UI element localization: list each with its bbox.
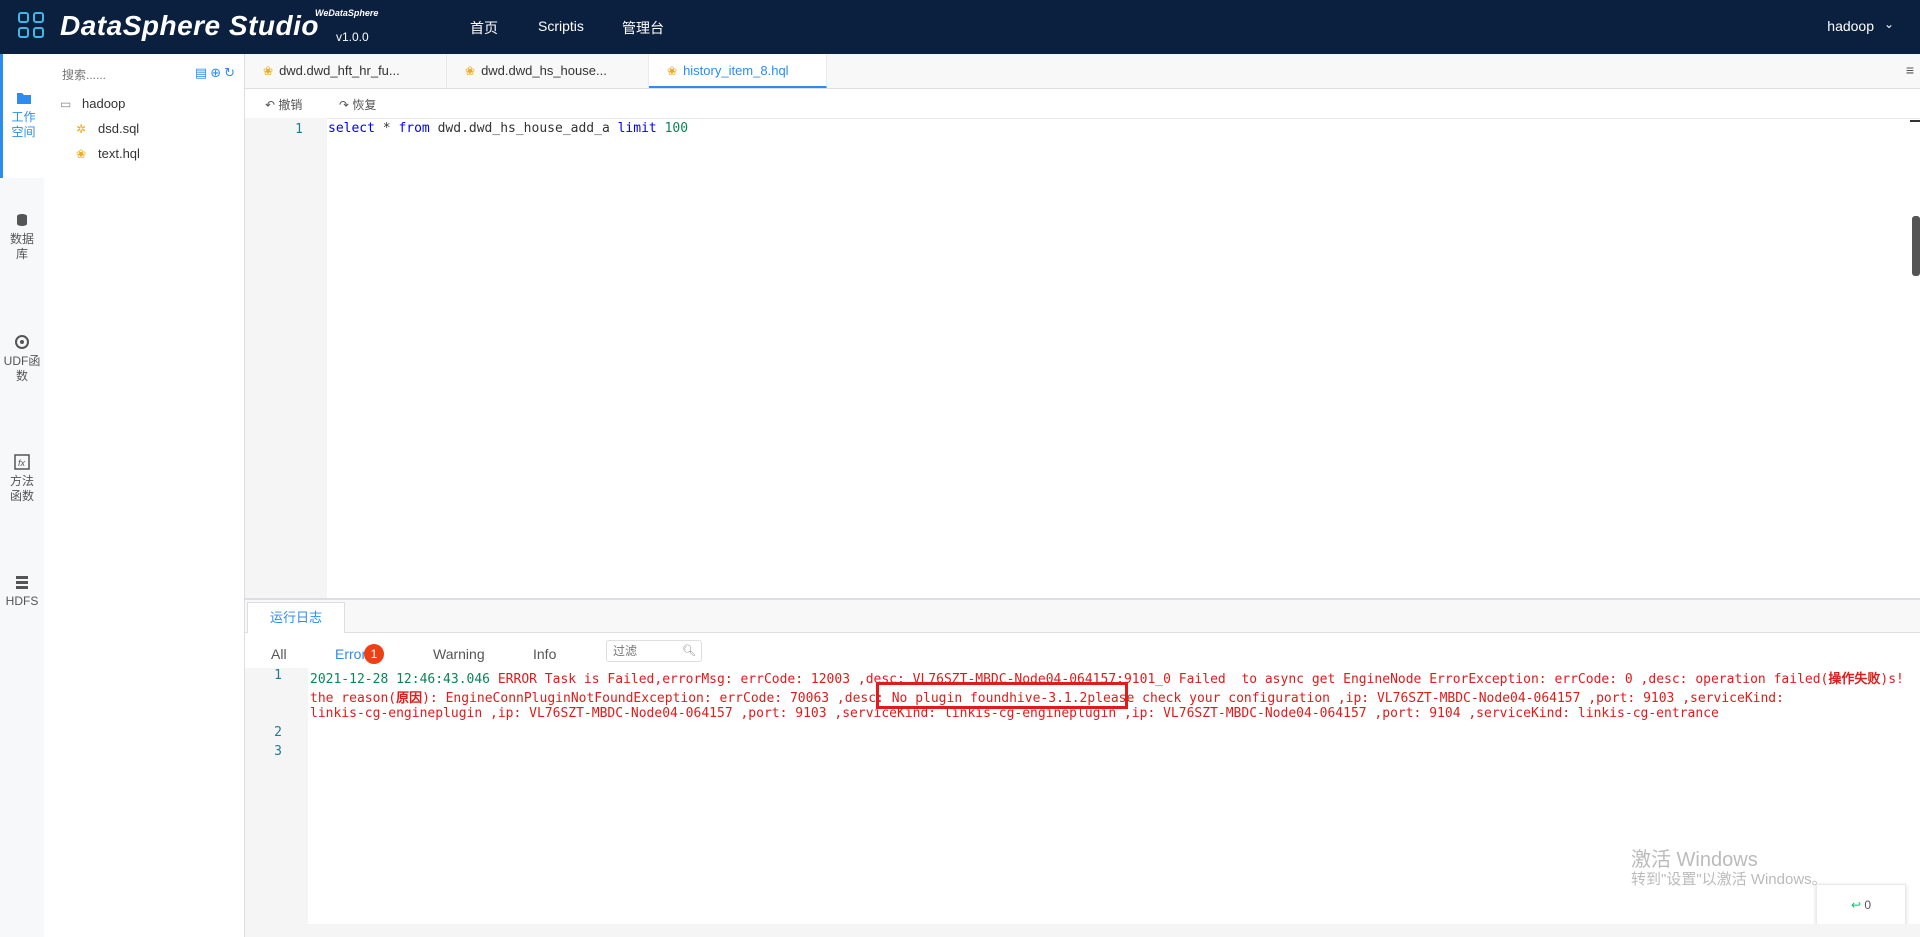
log-text: ERROR Task is Failed,errorMsg: errCode: … [490,672,1829,687]
error-count-badge: 1 [364,644,384,664]
code-line[interactable]: select * from dwd.dwd_hs_house_add_a lim… [328,121,688,136]
udf-icon [15,335,29,349]
error-highlight-box [876,682,1128,709]
filter-warning[interactable]: Warning [433,646,485,662]
filter-error[interactable]: Error [335,646,366,662]
rail-udf[interactable]: UDF函数 [0,334,44,384]
log-line-number: 3 [274,744,282,759]
tree-file-label: text.hql [98,146,140,161]
filter-info[interactable]: Info [533,646,556,662]
tree-file-text[interactable]: ❀ text.hql [76,146,140,161]
redo-label: 恢复 [352,98,377,112]
tab-history-item[interactable]: ❀ history_item_8.hql [649,54,827,88]
app-logo-text: DataSphere Studio [60,10,319,41]
logo-superscript: WeDataSphere [315,8,379,18]
undo-label: 撤销 [278,98,303,112]
floating-action-button[interactable]: ↩ 0 [1816,884,1906,926]
code-token: select [328,121,375,136]
tab-run-log[interactable]: 运行日志 [247,602,345,633]
function-icon: fx [14,454,30,470]
rail-database-label: 数据库 [9,232,34,261]
top-navbar: DataSphere Studio WeDataSphere v1.0.0 首页… [0,0,1920,54]
log-line-number: 2 [274,725,282,740]
undo-button[interactable]: ↶ 撤销 [265,96,302,113]
rail-function[interactable]: fx 方法函数 [0,454,44,504]
sql-file-icon: ✲ [76,122,87,136]
left-icon-rail: 工作空间 数据库 UDF函数 fx 方法函数 HDFS [0,54,45,937]
log-text: )s! [1880,672,1904,687]
code-token: 100 [656,121,689,136]
return-icon: ↩ [1850,898,1862,912]
hql-file-icon: ❀ [263,64,274,78]
editor-scrollbar[interactable] [1912,216,1920,276]
log-gutter: 1 2 3 [245,668,308,924]
nav-home[interactable]: 首页 [470,18,498,38]
log-text: 操作失败 [1828,672,1881,687]
redo-button[interactable]: ↷ 恢复 [339,96,376,113]
code-token: limit [617,121,657,136]
tree-file-dsd[interactable]: ✲ dsd.sql [76,121,139,136]
redo-icon: ↷ [339,98,353,112]
rail-workspace[interactable]: 工作空间 [0,54,44,178]
log-filters: All Error 1 Warning Info 🔍︎ [245,638,1920,666]
tab-dwd-hft[interactable]: ❀ dwd.dwd_hft_hr_fu... [245,54,447,88]
tab-label: dwd.dwd_hft_hr_fu... [279,63,400,78]
app-logo-icon [18,12,48,42]
tree-search-input[interactable] [60,62,184,88]
minimap-marker [1910,120,1920,122]
chevron-down-icon[interactable]: ⌄ [1884,17,1894,31]
search-icon: 🔍︎ [682,645,696,657]
log-timestamp: 2021-12-28 12:46:43.046 [310,672,491,687]
hql-file-icon: ❀ [76,147,87,161]
refresh-icon[interactable]: ↻ [224,65,238,80]
folder-icon [16,93,31,104]
float-count: 0 [1864,898,1872,912]
database-icon [17,214,27,226]
tab-menu-icon[interactable]: ≡ [1906,62,1914,78]
nav-console[interactable]: 管理台 [622,18,664,38]
log-text: 原因 [396,691,423,706]
editor-tabbar: ❀ dwd.dwd_hft_hr_fu... ❀ dwd.dwd_hs_house.… [245,54,1920,89]
tree-toolbar: ▤⊕↻ [195,65,238,81]
rail-database[interactable]: 数据库 [0,212,44,262]
hdfs-icon [16,576,28,589]
tab-dwd-hs[interactable]: ❀ dwd.dwd_hs_house... [447,54,649,88]
log-tabbar: 运行日志 [245,600,1920,633]
bottom-strip [245,924,1920,937]
tree-folder-label: hadoop [82,96,126,111]
hql-file-icon: ❀ [667,64,678,78]
tab-label: dwd.dwd_hs_house... [481,63,607,78]
folder-outline-icon: ▭ [60,97,72,111]
add-icon[interactable]: ⊕ [210,65,224,80]
log-text: the reason( [310,691,397,706]
nav-scriptis[interactable]: Scriptis [538,18,584,34]
editor-gutter: 1 [245,118,327,598]
rail-udf-label: UDF函数 [3,354,41,383]
log-line-number: 1 [274,668,282,683]
svg-text:fx: fx [18,458,26,468]
rail-hdfs[interactable]: HDFS [0,574,44,609]
tree-file-label: dsd.sql [98,121,140,136]
file-tree-panel: ▤⊕↻ ▭ hadoop ✲ dsd.sql ❀ text.hql [44,54,245,937]
code-token: dwd.dwd_hs_house_add_a [429,121,618,136]
collapse-icon[interactable]: ▤ [195,65,210,80]
editor-toolbar: ↶ 撤销 ↷ 恢复 [245,88,1920,119]
filter-all[interactable]: All [271,646,287,662]
rail-workspace-label: 工作空间 [11,110,36,139]
tab-label: history_item_8.hql [683,63,789,78]
app-version: v1.0.0 [336,30,369,44]
code-token: * [374,121,399,136]
tree-folder-hadoop[interactable]: ▭ hadoop [60,96,125,111]
user-menu[interactable]: hadoop [1827,18,1874,34]
line-number: 1 [295,122,303,137]
hql-file-icon: ❀ [465,64,476,78]
rail-function-label: 方法函数 [9,474,34,503]
rail-hdfs-label: HDFS [5,594,39,608]
windows-watermark-subtitle: 转到"设置"以激活 Windows。 [1631,871,1827,888]
code-token: from [398,121,430,136]
undo-icon: ↶ [265,98,279,112]
